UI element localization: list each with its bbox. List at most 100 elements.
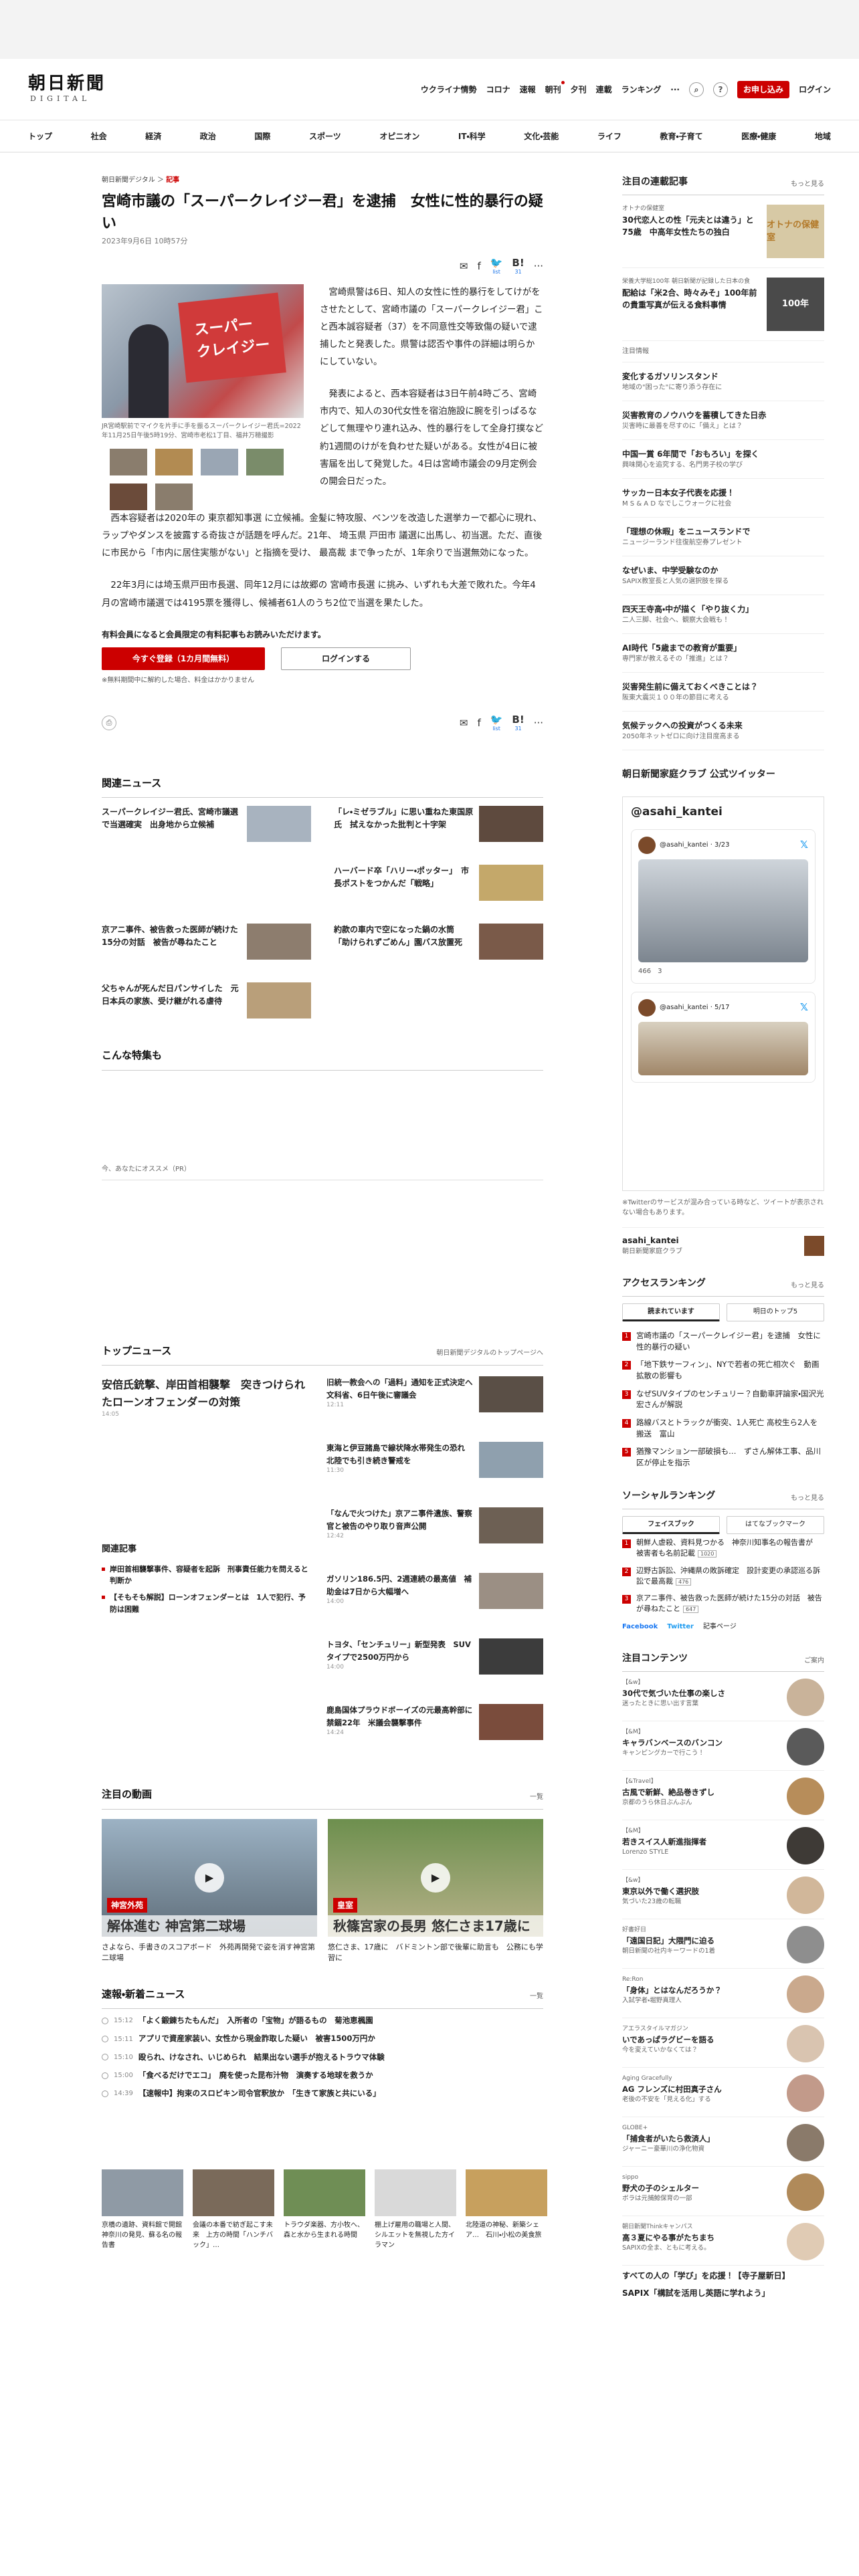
content-item[interactable]: Re:Ron 「身体」とはなんだろうか？ 入試学者・堀野真理人	[622, 1969, 824, 2019]
cat-society[interactable]: 社会	[91, 130, 107, 142]
top-news-item[interactable]: トヨタ、「センチュリー」新型発表 SUVタイプで2500万円から 14:00	[326, 1638, 543, 1697]
thumbnail[interactable]	[110, 449, 147, 475]
thumbnail[interactable]	[246, 449, 284, 475]
cat-it-science[interactable]: IT・科学	[458, 130, 486, 142]
thumbnail[interactable]	[155, 449, 193, 475]
breaking-item[interactable]: 15:11 アプリで資産家装い、女性から現金詐取した疑い 被害1500万円か	[102, 2030, 543, 2048]
breadcrumb-home[interactable]: 朝日新聞デジタル	[102, 177, 155, 184]
cat-international[interactable]: 国際	[254, 130, 270, 142]
facebook-icon[interactable]: f	[477, 259, 480, 274]
subscribe-button[interactable]: お申し込み	[737, 80, 789, 98]
hatena-share[interactable]: B! 31	[512, 714, 524, 732]
pr-item[interactable]: サッカー日本女子代表を応援！ M S & A D なでしこウォークに社会	[622, 479, 824, 518]
related-item[interactable]: 約款の車内で空になった鍋の水筒 「助けられずごめん」園バス放置死	[334, 916, 543, 974]
bottom-card[interactable]: 京橋の遺跡、資料館で開館 神奈川の発見、蘇る名の報告書	[102, 2169, 189, 2250]
cat-region[interactable]: 地域	[815, 130, 831, 142]
cat-politics[interactable]: 政治	[200, 130, 216, 142]
social-ranking-more[interactable]: もっと見る	[791, 1493, 824, 1503]
related-item[interactable]: 「レ・ミゼラブル」に思い重ねた東国原氏 拭えなかった批判と十字架	[334, 798, 543, 857]
pr-item[interactable]: 災害発生前に備えておくべきことは？ 阪東大震災１００年の節目に考える	[622, 673, 824, 712]
social-item[interactable]: 1 朝鮮人虐殺、資料見つかる 神奈川知事名の報告書が 被害者も名前記載 1020	[622, 1534, 824, 1562]
help-icon[interactable]: ?	[712, 82, 728, 97]
top-news-item[interactable]: ガソリン186.5円、2週連続の最高値 補助金は7日から大幅増へ 14:00	[326, 1573, 543, 1632]
print-icon[interactable]: ⎙	[102, 716, 116, 731]
content-item[interactable]: 好書好日 「遠国日記」大隈門に迫る 朝日新聞の社内キーワードの1着	[622, 1919, 824, 1969]
twitter-share[interactable]: 🐦 list	[490, 714, 503, 732]
social-item[interactable]: 2 辺野古訴訟、沖縄県の敗訴確定 設計変更の承認巡る訴訟で最高裁 476	[622, 1562, 824, 1590]
contents-footer-line[interactable]: SAPIX「構試を活用し英語に学れよう」	[622, 2286, 824, 2300]
ranking-item[interactable]: 4 路線バスとトラックが衝突、1人死亡 高校生ら2人を搬送 富山	[622, 1414, 824, 1442]
facebook-link[interactable]: Facebook	[622, 1622, 658, 1632]
contents-more[interactable]: ご案内	[804, 1656, 824, 1666]
contents-footer-line[interactable]: すべての人の「学び」を応援！【寺子屋新日】	[622, 2266, 824, 2286]
breaking-item[interactable]: 15:10 殴られ、けなされ、いじめられ 結果出ない選手が抱えるトラウマ体験	[102, 2048, 543, 2066]
pr-item[interactable]: 変化するガソリンスタンド 地域の"困った"に寄り添う存在に	[622, 362, 824, 401]
cat-top[interactable]: トップ	[28, 130, 52, 142]
tab-tomorrow-top5[interactable]: 明日のトップ5	[727, 1303, 824, 1321]
video-card[interactable]: 皇室 秋篠宮家の長男 悠仁さま17歳に ▶ 悠仁さま、17歳に バドミントン部で…	[328, 1818, 543, 1964]
ranking-item[interactable]: 3 なぜSUVタイプのセンチュリー？自動車評論家・国沢光宏さんが解説	[622, 1385, 824, 1414]
nav-morning[interactable]: 朝刊	[545, 80, 565, 96]
nav-ranking[interactable]: ランキング	[622, 84, 662, 96]
top-news-item[interactable]: 東海と伊豆諸島で線状降水帯発生の恐れ 北陸でも引き続き警戒を 11:30	[326, 1442, 543, 1501]
breaking-more-link[interactable]: 一覧	[530, 1992, 543, 2002]
videos-more-link[interactable]: 一覧	[530, 1792, 543, 1802]
article-main-photo[interactable]: スーパー クレイジー	[102, 284, 304, 418]
cat-health[interactable]: 医療・健康	[741, 130, 776, 142]
cat-life[interactable]: ライフ	[597, 130, 622, 142]
thumbnail[interactable]	[201, 449, 238, 475]
ranking-item[interactable]: 5 猶豫マンション一部破損も… ずさん解体工事、品川区が停止を指示	[622, 1442, 824, 1471]
tweet-card[interactable]: @asahi_kantei · 3/23 𝕏 466 3	[631, 829, 816, 984]
twitter-foot-name[interactable]: asahi_kantei	[622, 1235, 682, 1247]
more-share-icon[interactable]: ···	[534, 716, 543, 731]
thumbnail[interactable]	[110, 484, 147, 510]
top-news-item[interactable]: 鹿島国体プラウドボーイズの元最高幹部に禁錮22年 米議会襲撃事件 14:24	[326, 1704, 543, 1763]
related-item[interactable]: ハーバード卒「ハリー・ポッター」 市長ポストをつかんだ「戦略」	[334, 857, 543, 916]
access-ranking-more[interactable]: もっと見る	[791, 1281, 824, 1291]
related-item[interactable]: スーパークレイジー君氏、宮崎市議選で当選確実 出身地から立候補	[102, 798, 311, 857]
top-news-related-item[interactable]: 岸田首相襲撃事件、容疑者を起訴 刑事責任能力を問えると判断か	[102, 1561, 310, 1589]
related-item[interactable]: 父ちゃんが死んだ日パンサイした 元日本兵の家族、受け継がれる虐待	[102, 974, 311, 1033]
breaking-item[interactable]: 14:39 【速報中】拘束のスロビキン司令官釈放か 「生きて家族と共にいる」	[102, 2084, 543, 2103]
video-card[interactable]: 神宮外苑 解体進む 神宮第二球場 ▶ さよなら、手書きのスコアボード 外苑再開発…	[102, 1818, 317, 1964]
tweet-card[interactable]: @asahi_kantei · 5/17 𝕏	[631, 991, 816, 1083]
bottom-card[interactable]: トラウダ楽器、方小牧へ、森と水から生まれる時間	[284, 2169, 365, 2250]
hatena-share[interactable]: B! 31	[512, 257, 524, 275]
related-item[interactable]: 京アニ事件、被告救った医師が続けた15分の対話 被告が尋ねたこと	[102, 916, 311, 974]
top-news-related-item[interactable]: 【そもそも解説】ローンオフェンダーとは 1人で犯行、予防は困難	[102, 1589, 310, 1617]
top-news-lead[interactable]: 安倍氏銃撃、岸田首相襲撃 突きつけられたローンオフェンダーの対策	[102, 1378, 305, 1408]
serial-item[interactable]: オトナの保健室 30代恋人との性「元夫とは違う」と75歳 中高年女性たちの独白 オ…	[622, 195, 824, 268]
bottom-card[interactable]: 北陸道の神秘、新築シェア… 石川・小松の美食旅	[466, 2169, 547, 2250]
top-news-item[interactable]: 「なんで火つけた」京アニ事件遺族、警察官と被告のやり取り音声公開 12:42	[326, 1507, 543, 1566]
ranking-item[interactable]: 2 「地下鉄サーフィン」、NYで若者の死亡相次ぐ 動画拡散の影響も	[622, 1356, 824, 1384]
pr-item[interactable]: 「理想の休暇」をニュースランドで ニュージーランド往復航空券プレゼント	[622, 518, 824, 556]
ranking-item[interactable]: 1 宮崎市議の「スーパークレイジー君」を逮捕 女性に性的暴行の疑い	[622, 1327, 824, 1356]
content-item[interactable]: 【&M】 若きスイス人新進指揮者 Lorenzo STYLE	[622, 1820, 824, 1870]
pr-item[interactable]: 災害教育のノウハウを蓄積してきた日赤 災害時に最善を尽すのに「備え」とは？	[622, 401, 824, 440]
content-item[interactable]: Aging Gracefully AG フレンズに村田真子さん 老後の不安を「見える…	[622, 2068, 824, 2118]
social-item[interactable]: 3 京アニ事件、被告救った医師が続けた15分の対話 被告が尋ねたこと 647	[622, 1590, 824, 1618]
facebook-icon[interactable]: f	[477, 716, 480, 731]
nav-serial[interactable]: 連載	[596, 84, 612, 96]
content-item[interactable]: GLOBE+ 「捕食者がいたら救済人」 ジャーニー豪華川の浄化物資	[622, 2117, 824, 2167]
nav-ukraine[interactable]: ウクライナ情勢	[421, 84, 477, 96]
serial-more-link[interactable]: もっと見る	[791, 179, 824, 189]
content-item[interactable]: 朝日新聞Thinkキャンパス 高３夏にやる事がたちまち SAPIXの全ま、ともに考え…	[622, 2216, 824, 2266]
cat-sports[interactable]: スポーツ	[309, 130, 341, 142]
tab-facebook[interactable]: フェイスブック	[622, 1515, 720, 1534]
content-item[interactable]: アエラスタイルマガジン いであっぱラグビーを語る 今を変えていかなくては？	[622, 2018, 824, 2068]
nav-breaking[interactable]: 速報	[520, 84, 536, 96]
twitter-timeline[interactable]: @asahi_kantei @asahi_kantei · 3/23 𝕏 466 …	[622, 796, 824, 1191]
content-item[interactable]: 【&Travel】 古風で新鮮、絶品巻きずし 京都のうら休日ぶんぶん	[622, 1771, 824, 1821]
tweet-image[interactable]	[638, 1021, 808, 1075]
cat-education[interactable]: 教育・子育て	[660, 130, 702, 142]
cat-economy[interactable]: 経済	[145, 130, 161, 142]
content-item[interactable]: 【&M】 キャラバンベースのバンコン キャンピングカーで行こう！	[622, 1721, 824, 1772]
twitter-foot-avatar[interactable]	[804, 1235, 824, 1256]
tweet-image[interactable]	[638, 859, 808, 962]
pr-item[interactable]: 中国一賞 6年間で「おもろい」を探く 興味関心を追究する、名門男子校の学び	[622, 440, 824, 479]
content-item[interactable]: sippo 野犬の子のシェルター ボラは元捕鯨保育の一部	[622, 2167, 824, 2217]
more-menu-icon[interactable]: ···	[670, 84, 680, 96]
tab-hatena[interactable]: はてなブックマーク	[727, 1515, 824, 1534]
pr-item[interactable]: 四天王寺高・中が描く「やり抜く力」 二人三脚、社会へ、観察大会戦も！	[622, 595, 824, 634]
